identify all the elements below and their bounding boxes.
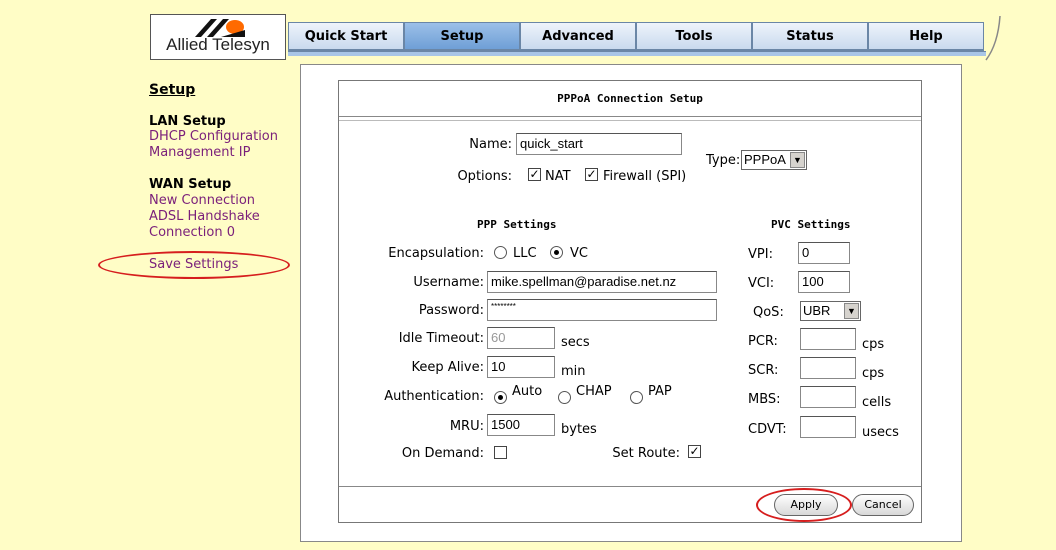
pvc-settings-heading: PVC Settings [771, 218, 851, 231]
set-route-label: Set Route: [612, 446, 680, 461]
divider [339, 120, 921, 121]
sidebar-item-management-ip[interactable]: Management IP [149, 145, 250, 160]
qos-label: QoS: [753, 305, 784, 320]
username-field[interactable]: mike.spellman@paradise.net.nz [487, 271, 717, 293]
idle-timeout-field[interactable]: 60 [487, 327, 555, 349]
chevron-down-icon: ▼ [790, 152, 805, 168]
pcr-field[interactable] [800, 328, 856, 350]
sidebar-item-new-connection[interactable]: New Connection [149, 193, 255, 208]
mru-label: MRU: [449, 419, 484, 434]
vci-field[interactable]: 100 [798, 271, 850, 293]
keep-alive-label: Keep Alive: [411, 360, 484, 375]
chevron-down-icon: ▼ [844, 303, 859, 319]
password-field[interactable]: ******** [487, 299, 717, 321]
auth-chap-radio[interactable] [558, 391, 571, 404]
encap-vc-radio[interactable] [550, 246, 563, 259]
nat-label: NAT [545, 169, 571, 184]
form-title: PPPoA Connection Setup [557, 92, 703, 105]
encap-vc-label: VC [570, 246, 588, 261]
tab-status[interactable]: Status [752, 22, 868, 51]
mbs-unit: cells [862, 395, 892, 410]
pcr-label: PCR: [748, 334, 778, 349]
divider [339, 486, 921, 487]
vpi-label: VPI: [748, 247, 773, 262]
allied-telesyn-logo: Allied Telesyn [150, 14, 286, 60]
apply-button[interactable]: Apply [774, 494, 838, 516]
ppp-settings-heading: PPP Settings [477, 218, 557, 231]
tab-help[interactable]: Help [868, 22, 984, 51]
type-label: Type: [706, 153, 741, 168]
nat-checkbox[interactable]: ✓ [528, 168, 541, 181]
on-demand-label: On Demand: [401, 446, 484, 461]
vci-label: VCI: [748, 276, 775, 291]
cdvt-label: CDVT: [748, 422, 787, 437]
type-select[interactable]: PPPoA ▼ [741, 150, 807, 170]
scr-label: SCR: [748, 363, 779, 378]
mru-unit: bytes [561, 422, 597, 437]
sidebar-item-connection-0[interactable]: Connection 0 [149, 225, 235, 240]
encapsulation-label: Encapsulation: [388, 246, 484, 261]
auth-pap-radio[interactable] [630, 391, 643, 404]
firewall-checkbox[interactable]: ✓ [585, 168, 598, 181]
options-label: Options: [457, 169, 512, 184]
sidebar-item-adsl-handshake[interactable]: ADSL Handshake [149, 209, 260, 224]
auth-auto-label: Auto [512, 384, 543, 399]
keep-alive-unit: min [561, 364, 586, 379]
logo-text: Allied Telesyn [166, 35, 270, 54]
vpi-field[interactable]: 0 [798, 242, 850, 264]
sidebar-item-dhcp[interactable]: DHCP Configuration [149, 129, 278, 144]
encap-llc-radio[interactable] [494, 246, 507, 259]
cdvt-unit: usecs [862, 425, 899, 440]
mbs-field[interactable] [800, 386, 856, 408]
name-field[interactable]: quick_start [516, 133, 682, 155]
sidebar-title[interactable]: Setup [149, 82, 195, 98]
encap-llc-label: LLC [513, 246, 537, 261]
scr-unit: cps [862, 366, 885, 381]
auth-auto-radio[interactable] [494, 391, 507, 404]
scr-field[interactable] [800, 357, 856, 379]
mru-field[interactable]: 1500 [487, 414, 555, 436]
idle-timeout-label: Idle Timeout: [398, 331, 484, 346]
pcr-unit: cps [862, 337, 885, 352]
name-label: Name: [469, 137, 512, 152]
cdvt-field[interactable] [800, 416, 856, 438]
keep-alive-field[interactable]: 10 [487, 356, 555, 378]
divider [339, 116, 921, 117]
tab-advanced[interactable]: Advanced [520, 22, 636, 51]
tab-setup[interactable]: Setup [404, 22, 520, 51]
firewall-label: Firewall (SPI) [603, 169, 687, 184]
auth-pap-label: PAP [648, 384, 672, 399]
set-route-checkbox[interactable]: ✓ [688, 445, 701, 458]
qos-select[interactable]: UBR ▼ [800, 301, 861, 321]
tab-quick-start[interactable]: Quick Start [288, 22, 404, 51]
sidebar-lan-heading: LAN Setup [149, 114, 226, 129]
cancel-button[interactable]: Cancel [852, 494, 914, 516]
idle-timeout-unit: secs [561, 335, 590, 350]
authentication-label: Authentication: [384, 389, 484, 404]
mbs-label: MBS: [748, 392, 781, 407]
nav-corner-curve [985, 15, 1001, 61]
tab-tools[interactable]: Tools [636, 22, 752, 51]
password-label: Password: [418, 303, 484, 318]
on-demand-checkbox[interactable] [494, 446, 507, 459]
top-nav: Quick Start Setup Advanced Tools Status … [288, 22, 984, 56]
sidebar-item-save-settings[interactable]: Save Settings [149, 257, 238, 272]
sidebar-wan-heading: WAN Setup [149, 177, 232, 192]
auth-chap-label: CHAP [576, 384, 612, 399]
username-label: Username: [413, 275, 484, 290]
